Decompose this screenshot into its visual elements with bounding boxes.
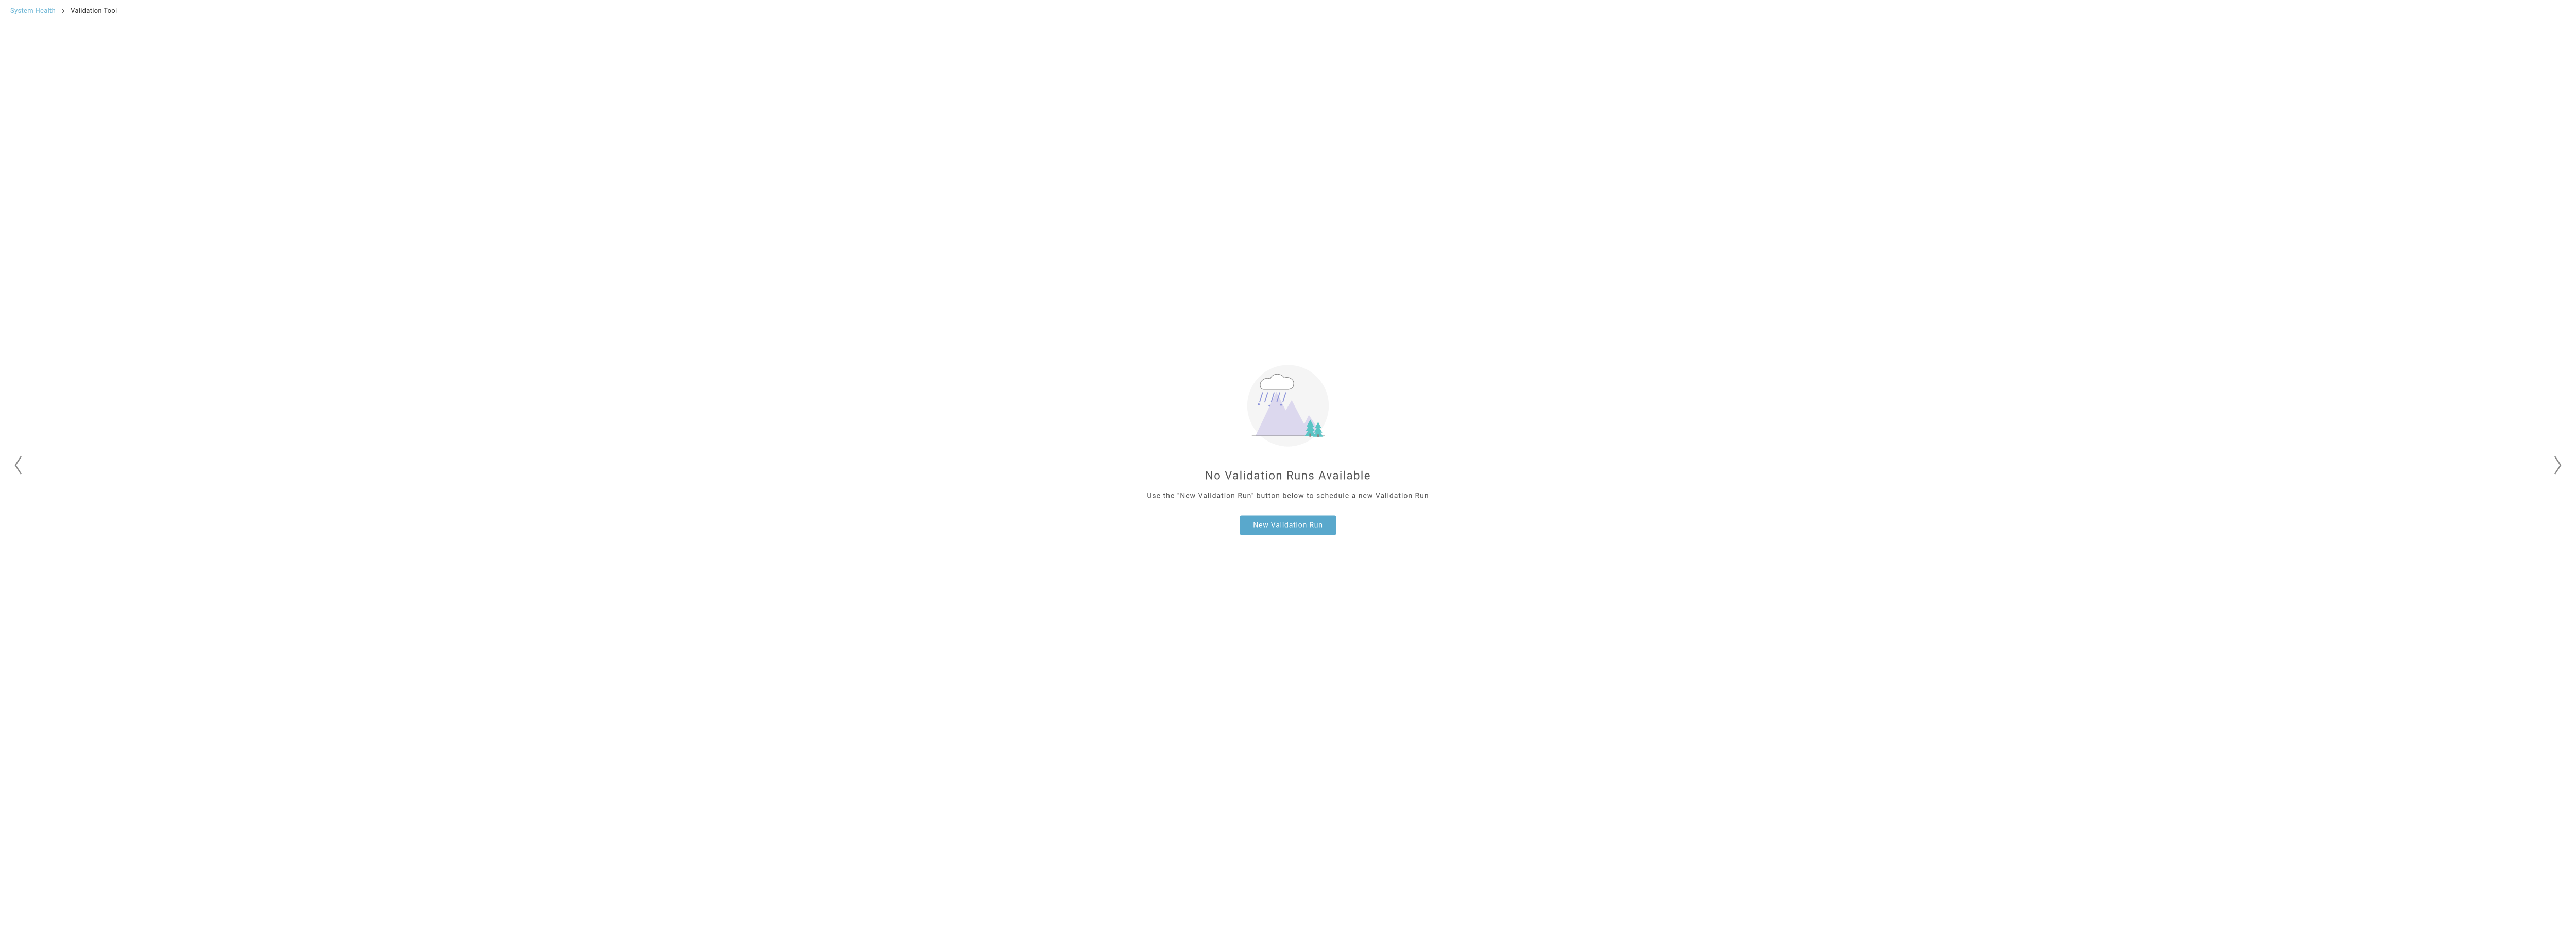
empty-state-title: No Validation Runs Available: [1205, 470, 1371, 483]
empty-state-subtitle: Use the "New Validation Run" button belo…: [1147, 492, 1429, 500]
chevron-right-icon: [2552, 455, 2563, 476]
chevron-right-icon: [61, 9, 65, 13]
empty-state-illustration: [1242, 360, 1334, 452]
carousel-prev-button[interactable]: [8, 450, 29, 483]
empty-state: No Validation Runs Available Use the "Ne…: [258, 360, 2318, 535]
breadcrumb-parent-link[interactable]: System Health: [10, 7, 56, 15]
carousel-next-button[interactable]: [2547, 450, 2568, 483]
new-validation-run-button[interactable]: New Validation Run: [1240, 516, 1336, 535]
breadcrumb-current: Validation Tool: [71, 7, 117, 15]
chevron-left-icon: [13, 455, 24, 476]
breadcrumb: System Health Validation Tool: [0, 0, 2576, 22]
